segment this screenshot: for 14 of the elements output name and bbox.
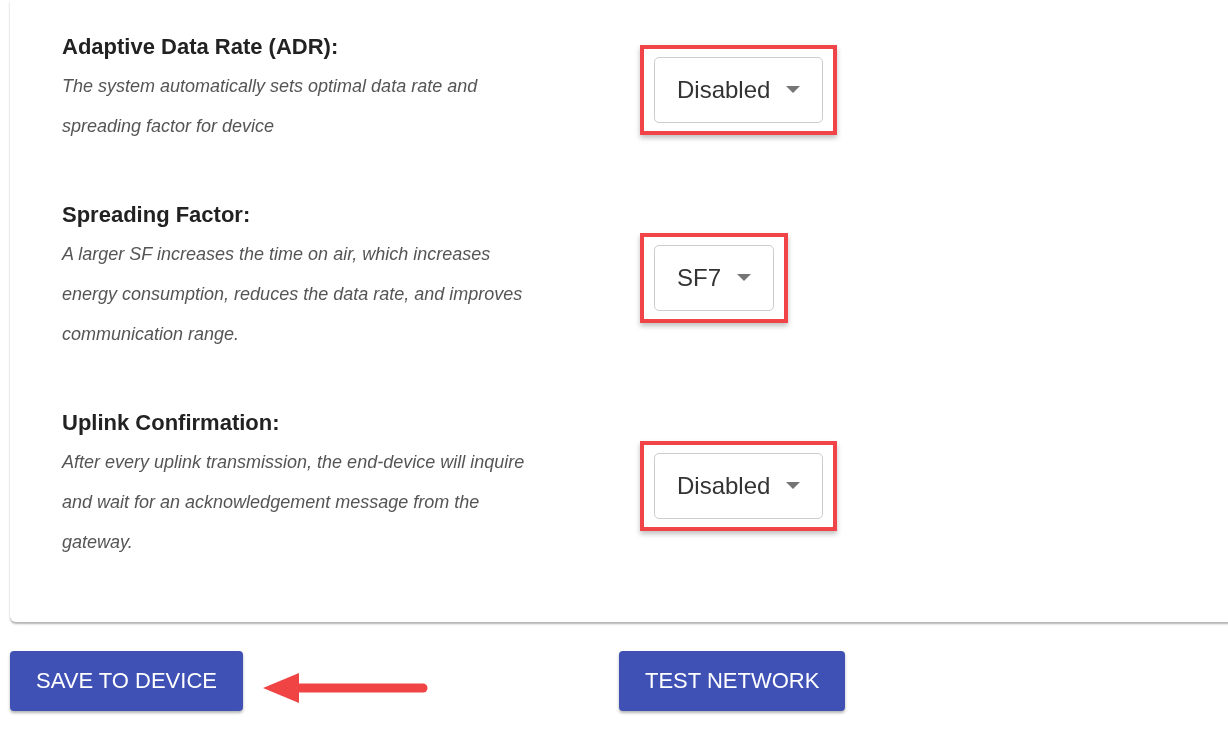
action-button[interactable]: SAVE TO DEVICE [10, 651, 243, 711]
setting-title: Uplink Confirmation: [62, 410, 281, 436]
setting-description: A larger SF increases the time on air, which increases energy consumption, reduces the data rate, and improves communication range. [62, 243, 524, 346]
dropdown[interactable]: Disabled [654, 453, 824, 519]
setting-description: The system automatically sets optimal data rate and spreading factor for device [62, 75, 479, 138]
caret-icon [737, 274, 751, 282]
setting-title: Adaptive Data Rate (ADR): [62, 34, 340, 60]
setting-description: After every uplink transmission, the end-device will inquire and wait for an acknowledgement message from the gateway. [62, 451, 526, 554]
dropdown[interactable]: Disabled [654, 57, 824, 123]
setting-title: Spreading Factor: [62, 202, 252, 228]
action-button[interactable]: TEST NETWORK [619, 651, 846, 711]
caret-icon [786, 86, 801, 94]
caret-icon [786, 482, 801, 490]
dropdown[interactable]: SF7 [654, 245, 774, 311]
